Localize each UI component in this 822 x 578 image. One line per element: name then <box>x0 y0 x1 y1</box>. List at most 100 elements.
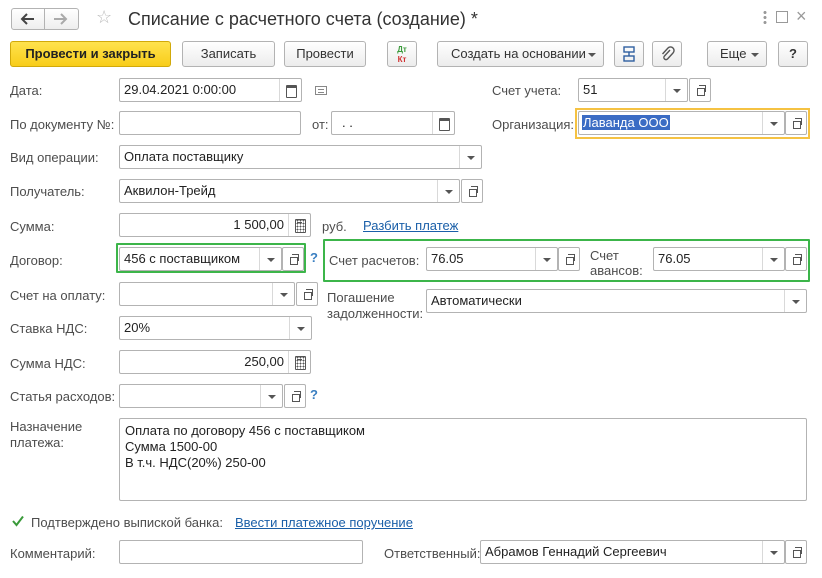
operation-type-dropdown-icon[interactable] <box>459 146 481 168</box>
help-button[interactable]: ? <box>778 41 808 67</box>
account-open-icon[interactable] <box>689 78 711 102</box>
invoice-field[interactable] <box>119 282 295 306</box>
operation-type-value: Оплата поставщику <box>124 149 244 164</box>
responsible-dropdown-icon[interactable] <box>762 541 784 563</box>
organization-dropdown-icon[interactable] <box>762 112 784 134</box>
purpose-line: Оплата по договору 456 с поставщиком <box>125 423 365 438</box>
expense-item-label: Статья расходов: <box>10 389 116 404</box>
document-list-icon[interactable] <box>315 86 327 95</box>
calendar-icon[interactable] <box>279 79 301 101</box>
save-button[interactable]: Записать <box>182 41 275 67</box>
dt-kt-button[interactable]: Дт Кт <box>387 41 417 67</box>
doc-number-field[interactable] <box>119 111 301 135</box>
doc-number-label: По документу №: <box>10 117 115 132</box>
calculator-icon[interactable] <box>288 351 310 373</box>
date-field[interactable]: 29.04.2021 0:00:00 <box>119 78 302 102</box>
expense-item-help-icon[interactable]: ? <box>310 387 318 402</box>
enter-payment-order-link[interactable]: Ввести платежное поручение <box>235 515 413 530</box>
close-icon[interactable]: × <box>796 6 807 27</box>
settlement-account-open-icon[interactable] <box>558 247 580 271</box>
organization-open-icon[interactable] <box>785 111 807 135</box>
recipient-dropdown-icon[interactable] <box>437 180 459 202</box>
debt-repayment-field[interactable]: Автоматически <box>426 289 807 313</box>
vat-rate-dropdown-icon[interactable] <box>289 317 311 339</box>
expense-item-open-icon[interactable] <box>284 384 306 408</box>
operation-type-label: Вид операции: <box>10 150 99 165</box>
bank-confirmed-checkbox[interactable] <box>11 514 25 528</box>
contract-label: Договор: <box>10 253 63 268</box>
chevron-down-icon <box>751 53 759 57</box>
post-button[interactable]: Провести <box>284 41 366 67</box>
advance-account-dropdown-icon[interactable] <box>762 248 784 270</box>
invoice-dropdown-icon[interactable] <box>272 283 294 305</box>
amount-value: 1 500,00 <box>233 217 284 232</box>
amount-field[interactable]: 1 500,00 <box>119 213 311 237</box>
maximize-icon[interactable] <box>776 11 788 23</box>
settlement-account-dropdown-icon[interactable] <box>535 248 557 270</box>
advance-account-field[interactable]: 76.05 <box>653 247 785 271</box>
contract-dropdown-icon[interactable] <box>259 248 281 270</box>
account-dropdown-icon[interactable] <box>665 79 687 101</box>
contract-field[interactable]: 456 с поставщиком <box>119 247 282 271</box>
purpose-line: В т.ч. НДС(20%) 250-00 <box>125 455 266 470</box>
organization-value: Лаванда ООО <box>582 115 780 131</box>
arrow-right-icon <box>54 13 68 25</box>
kt-label: Кт <box>397 55 407 64</box>
settlement-account-label: Счет расчетов: <box>329 253 420 268</box>
contract-open-icon[interactable] <box>282 247 304 271</box>
recipient-value: Аквилон-Трейд <box>124 183 216 198</box>
expense-item-field[interactable] <box>119 384 283 408</box>
paperclip-icon <box>661 46 675 61</box>
operation-type-field[interactable]: Оплата поставщику <box>119 145 482 169</box>
calendar-icon[interactable] <box>432 112 454 134</box>
advance-account-open-icon[interactable] <box>785 247 807 271</box>
account-field[interactable]: 51 <box>578 78 688 102</box>
doc-from-label: от: <box>312 117 329 132</box>
purpose-label-line2: платежа: <box>10 435 64 450</box>
bank-confirmed-label: Подтверждено выпиской банка: <box>31 515 223 530</box>
doc-from-field[interactable]: . . <box>331 111 455 135</box>
more-button[interactable]: Еще <box>707 41 767 67</box>
recipient-open-icon[interactable] <box>461 179 483 203</box>
organization-selected-text: Лаванда ООО <box>582 115 670 130</box>
date-label: Дата: <box>10 83 43 98</box>
organization-field[interactable]: Лаванда ООО <box>578 111 785 135</box>
purpose-textarea[interactable]: Оплата по договору 456 с поставщиком Сум… <box>119 418 807 501</box>
debt-repayment-dropdown-icon[interactable] <box>784 290 806 312</box>
settlement-account-field[interactable]: 76.05 <box>426 247 558 271</box>
advance-account-label-line2: авансов: <box>590 263 643 278</box>
contract-value: 456 с поставщиком <box>124 251 241 266</box>
window-menu-icon[interactable] <box>763 10 767 24</box>
expense-item-dropdown-icon[interactable] <box>260 385 282 407</box>
create-based-on-button[interactable]: Создать на основании <box>437 41 604 67</box>
attach-button[interactable] <box>652 41 682 67</box>
calculator-icon[interactable] <box>288 214 310 236</box>
debt-repayment-label-line1: Погашение <box>327 290 395 305</box>
post-and-close-button[interactable]: Провести и закрыть <box>10 41 171 67</box>
nav-back-button[interactable] <box>11 8 45 30</box>
advance-account-label-line1: Счет <box>590 248 619 263</box>
purpose-label-line1: Назначение <box>10 419 83 434</box>
recipient-label: Получатель: <box>10 184 85 199</box>
split-payment-link[interactable]: Разбить платеж <box>363 218 458 233</box>
recipient-field[interactable]: Аквилон-Трейд <box>119 179 460 203</box>
comment-label: Комментарий: <box>10 546 96 561</box>
hierarchy-icon <box>623 46 635 62</box>
arrow-left-icon <box>20 13 34 25</box>
responsible-value: Абрамов Геннадий Сергеевич <box>485 544 667 559</box>
nav-forward-button[interactable] <box>45 8 79 30</box>
contract-help-icon[interactable]: ? <box>310 250 318 265</box>
responsible-open-icon[interactable] <box>785 540 807 564</box>
debt-repayment-label-line2: задолженности: <box>327 306 424 321</box>
vat-amount-field[interactable]: 250,00 <box>119 350 311 374</box>
vat-rate-label: Ставка НДС: <box>10 321 88 336</box>
invoice-open-icon[interactable] <box>296 282 318 306</box>
account-label: Счет учета: <box>492 83 562 98</box>
vat-rate-field[interactable]: 20% <box>119 316 312 340</box>
currency-label: руб. <box>322 219 347 234</box>
comment-field[interactable] <box>119 540 363 564</box>
bookmark-star-icon[interactable]: ☆ <box>96 7 112 28</box>
responsible-field[interactable]: Абрамов Геннадий Сергеевич <box>480 540 785 564</box>
dt-kt-icon: Дт Кт <box>388 45 416 65</box>
structure-button[interactable] <box>614 41 644 67</box>
